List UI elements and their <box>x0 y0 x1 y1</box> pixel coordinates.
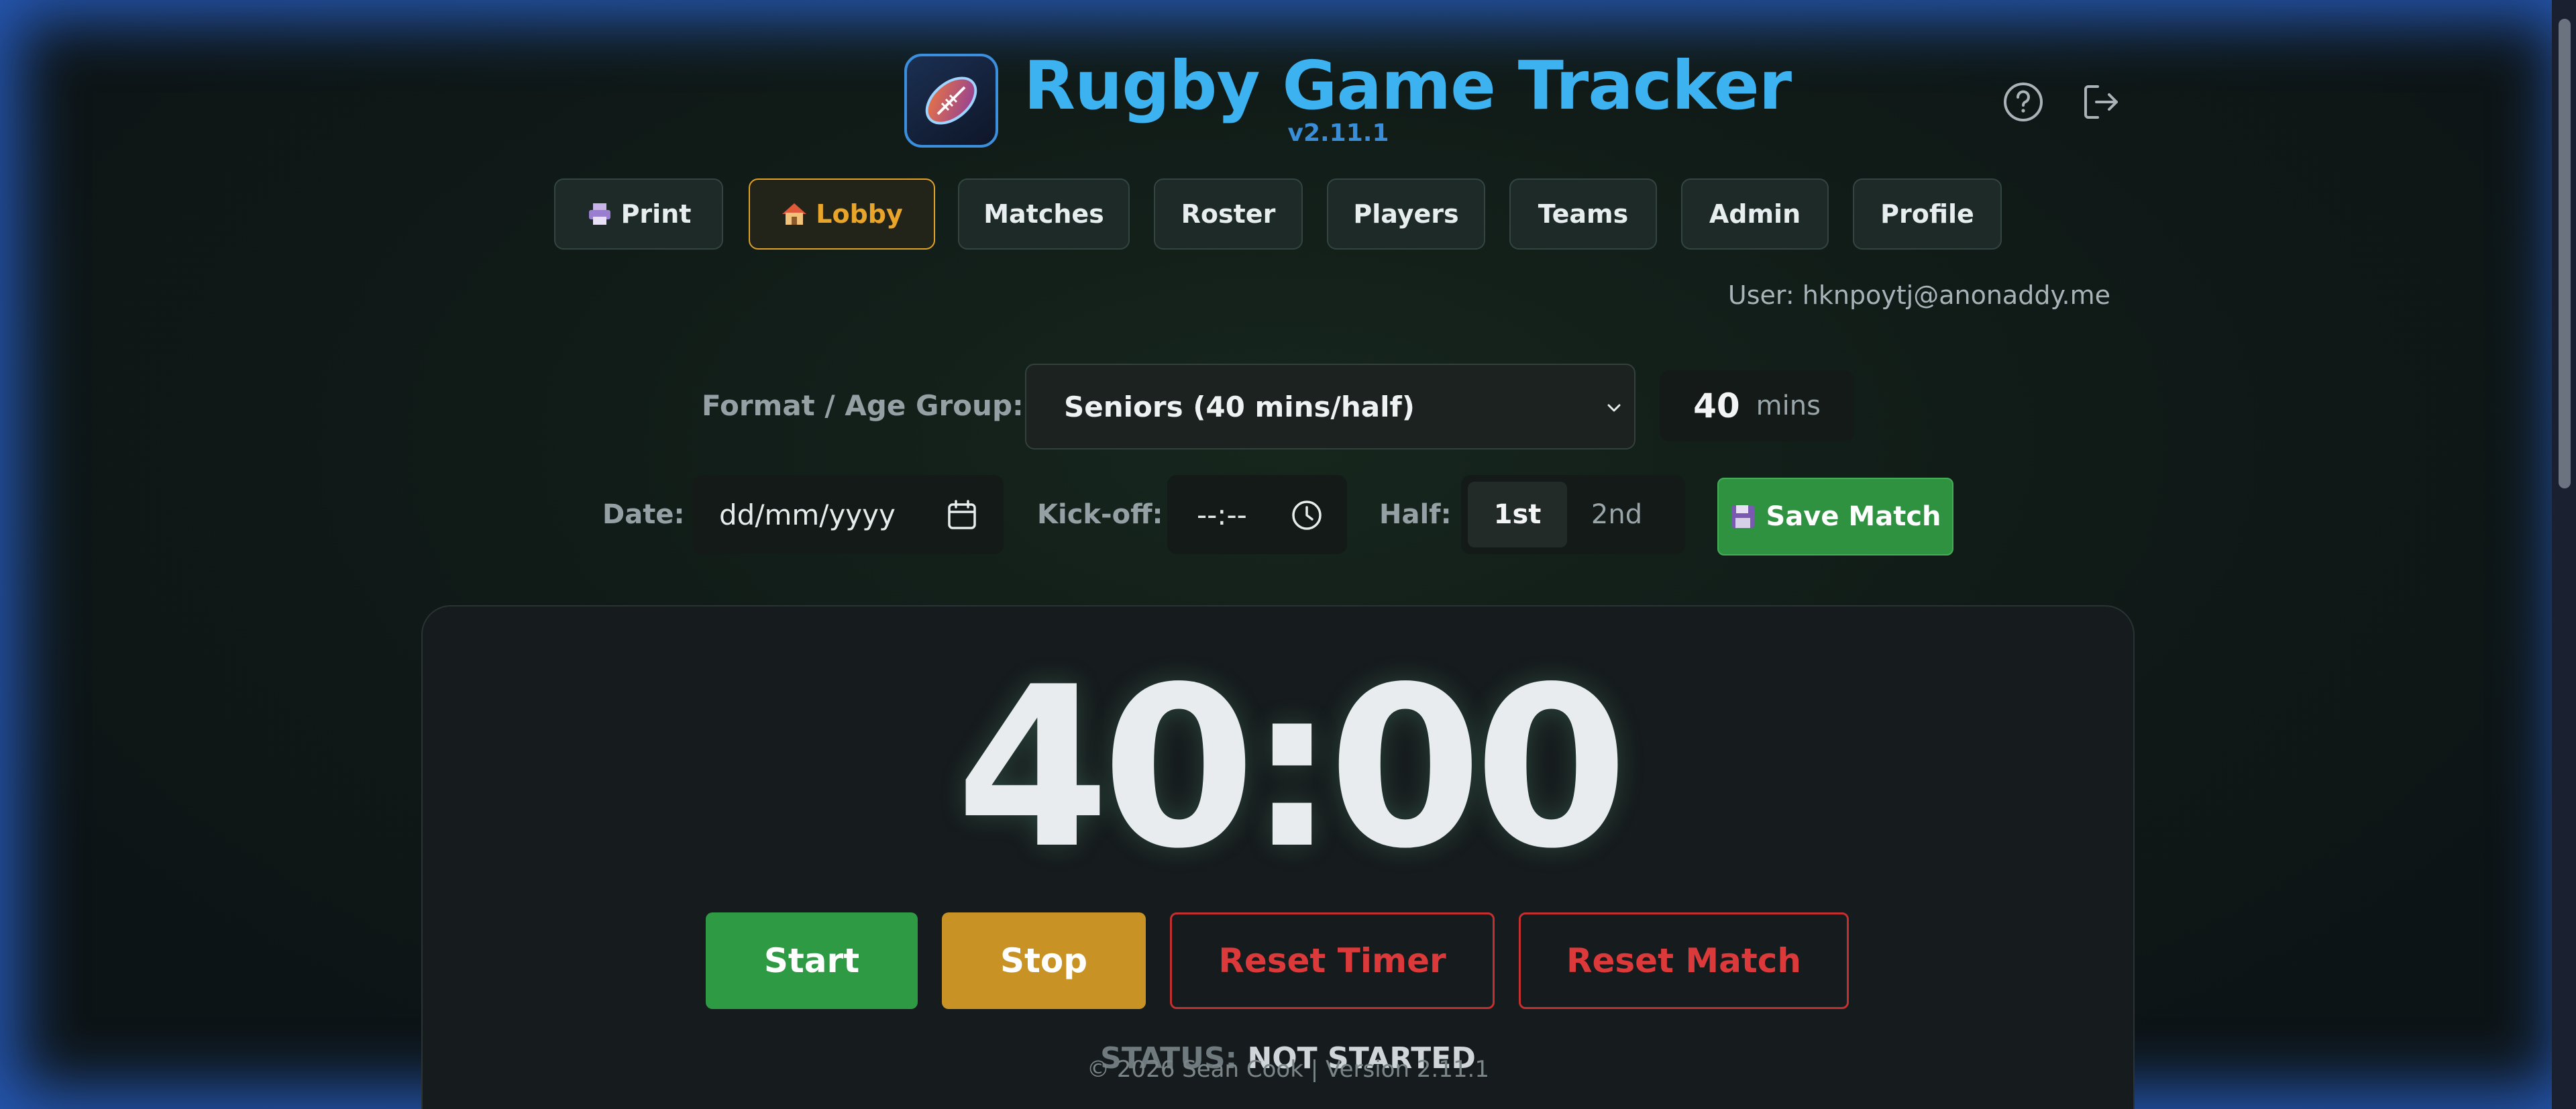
reset-timer-button[interactable]: Reset Timer <box>1170 912 1495 1009</box>
logout-icon[interactable] <box>2078 79 2124 125</box>
start-button[interactable]: Start <box>706 912 918 1009</box>
rugby-ball-icon <box>925 76 977 125</box>
reset-match-button[interactable]: Reset Match <box>1519 912 1849 1009</box>
stop-button[interactable]: Stop <box>942 912 1146 1009</box>
main-nav: Print Lobby Matches Roster Players Teams… <box>0 178 2576 251</box>
nav-teams-label: Teams <box>1538 199 1629 229</box>
app-logo <box>904 54 998 148</box>
date-placeholder: dd/mm/yyyy <box>719 498 896 531</box>
half-option-1st[interactable]: 1st <box>1468 482 1567 547</box>
nav-matches-button[interactable]: Matches <box>958 178 1130 250</box>
nav-roster-button[interactable]: Roster <box>1154 178 1303 250</box>
scrollbar-thumb[interactable] <box>2559 19 2571 488</box>
date-input[interactable]: dd/mm/yyyy <box>692 475 1004 554</box>
printer-icon <box>588 203 610 225</box>
footer-text: © 2026 Sean Cook | Version 2.11.1 <box>1087 1056 1489 1083</box>
format-select-value: Seniors (40 mins/half) <box>1064 390 1415 423</box>
half-option-2nd[interactable]: 2nd <box>1567 482 1666 547</box>
half-length-unit: mins <box>1756 390 1821 421</box>
nav-players-label: Players <box>1353 199 1459 229</box>
nav-lobby-button[interactable]: Lobby <box>749 178 935 250</box>
nav-players-button[interactable]: Players <box>1327 178 1485 250</box>
calendar-icon[interactable] <box>946 499 978 531</box>
nav-admin-label: Admin <box>1709 199 1801 229</box>
nav-print-label: Print <box>621 199 692 229</box>
app-version: v2.11.1 <box>1287 119 1389 147</box>
nav-profile-button[interactable]: Profile <box>1853 178 2002 250</box>
nav-roster-label: Roster <box>1181 199 1276 229</box>
half-length-field[interactable]: 40 mins <box>1660 370 1854 441</box>
half-label: Half: <box>1379 499 1452 530</box>
floppy-disk-icon <box>1731 505 1755 528</box>
chevron-down-icon <box>1607 404 1621 412</box>
half-length-value: 40 <box>1693 386 1740 425</box>
nav-profile-label: Profile <box>1880 199 1974 229</box>
nav-matches-label: Matches <box>983 199 1104 229</box>
timer-display: 40:00 <box>955 639 1628 897</box>
save-match-button[interactable]: Save Match <box>1717 478 1953 556</box>
nav-admin-button[interactable]: Admin <box>1681 178 1829 250</box>
nav-teams-button[interactable]: Teams <box>1509 178 1657 250</box>
user-email: User: hknpoytj@anonaddy.me <box>1727 280 2110 310</box>
app-title: Rugby Game Tracker <box>1024 46 1792 125</box>
kickoff-label: Kick-off: <box>1037 499 1163 530</box>
house-icon <box>782 203 807 225</box>
save-match-label: Save Match <box>1766 501 1941 532</box>
kickoff-placeholder: --:-- <box>1197 498 1247 531</box>
kickoff-input[interactable]: --:-- <box>1167 475 1347 554</box>
nav-lobby-label: Lobby <box>816 199 903 229</box>
help-circle-icon[interactable] <box>2000 79 2046 125</box>
nav-print-button[interactable]: Print <box>554 178 723 250</box>
date-label: Date: <box>602 499 685 530</box>
format-select[interactable]: Seniors (40 mins/half) <box>1025 364 1635 450</box>
format-label: Format / Age Group: <box>702 389 1024 422</box>
clock-icon[interactable] <box>1291 499 1323 531</box>
page-scrollbar[interactable] <box>2552 0 2576 1109</box>
half-toggle: 1st 2nd <box>1461 475 1685 554</box>
